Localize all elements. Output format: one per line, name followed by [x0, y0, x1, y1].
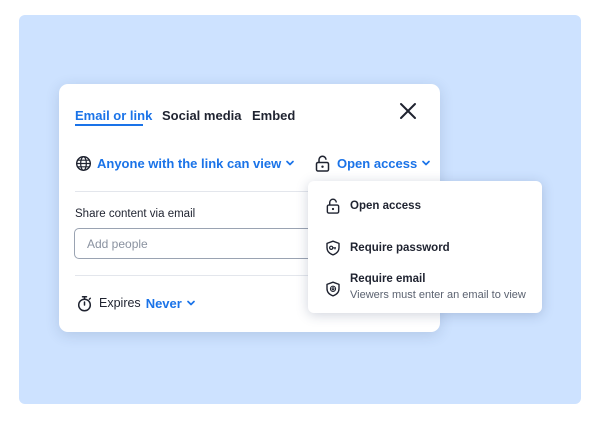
access-level-label: Open access [337, 155, 418, 171]
chevron-down-icon [286, 160, 295, 166]
menu-item-label: Require password [350, 242, 450, 254]
globe-icon [75, 155, 92, 171]
menu-item-open-access[interactable]: Open access [308, 181, 542, 226]
tab-social-media[interactable]: Social media [162, 108, 241, 123]
tab-email-or-link[interactable]: Email or link [75, 108, 152, 123]
expires-selector[interactable]: Never [146, 296, 196, 311]
link-permission-selector[interactable]: Anyone with the link can view [75, 153, 295, 173]
unlock-icon [315, 155, 330, 172]
link-permission-label: Anyone with the link can view [97, 155, 282, 171]
close-button[interactable] [397, 100, 419, 122]
expires-value: Never [145, 295, 182, 311]
tab-embed[interactable]: Embed [252, 108, 295, 123]
expires-row: Expires Never [77, 293, 196, 313]
shield-key-icon [326, 240, 340, 256]
access-level-selector[interactable]: Open access [315, 153, 431, 173]
email-section-label: Share content via email [75, 208, 196, 220]
expires-label: Expires [99, 296, 141, 310]
menu-item-require-password[interactable]: Require password [308, 226, 542, 266]
access-level-menu: Open access Require password Require ema… [308, 181, 542, 313]
stopwatch-icon [77, 295, 92, 312]
menu-item-require-email[interactable]: Require email Viewers must enter an emai… [308, 266, 542, 313]
unlock-icon [326, 198, 340, 214]
menu-item-label: Require email [350, 273, 426, 285]
shield-email-icon [326, 281, 340, 297]
add-people-input[interactable] [74, 228, 314, 259]
menu-item-label: Open access [350, 200, 421, 212]
chevron-down-icon [186, 300, 195, 306]
active-tab-indicator [75, 124, 143, 126]
chevron-down-icon [422, 160, 431, 166]
close-icon [400, 103, 416, 119]
menu-item-description: Viewers must enter an email to view [350, 289, 526, 301]
